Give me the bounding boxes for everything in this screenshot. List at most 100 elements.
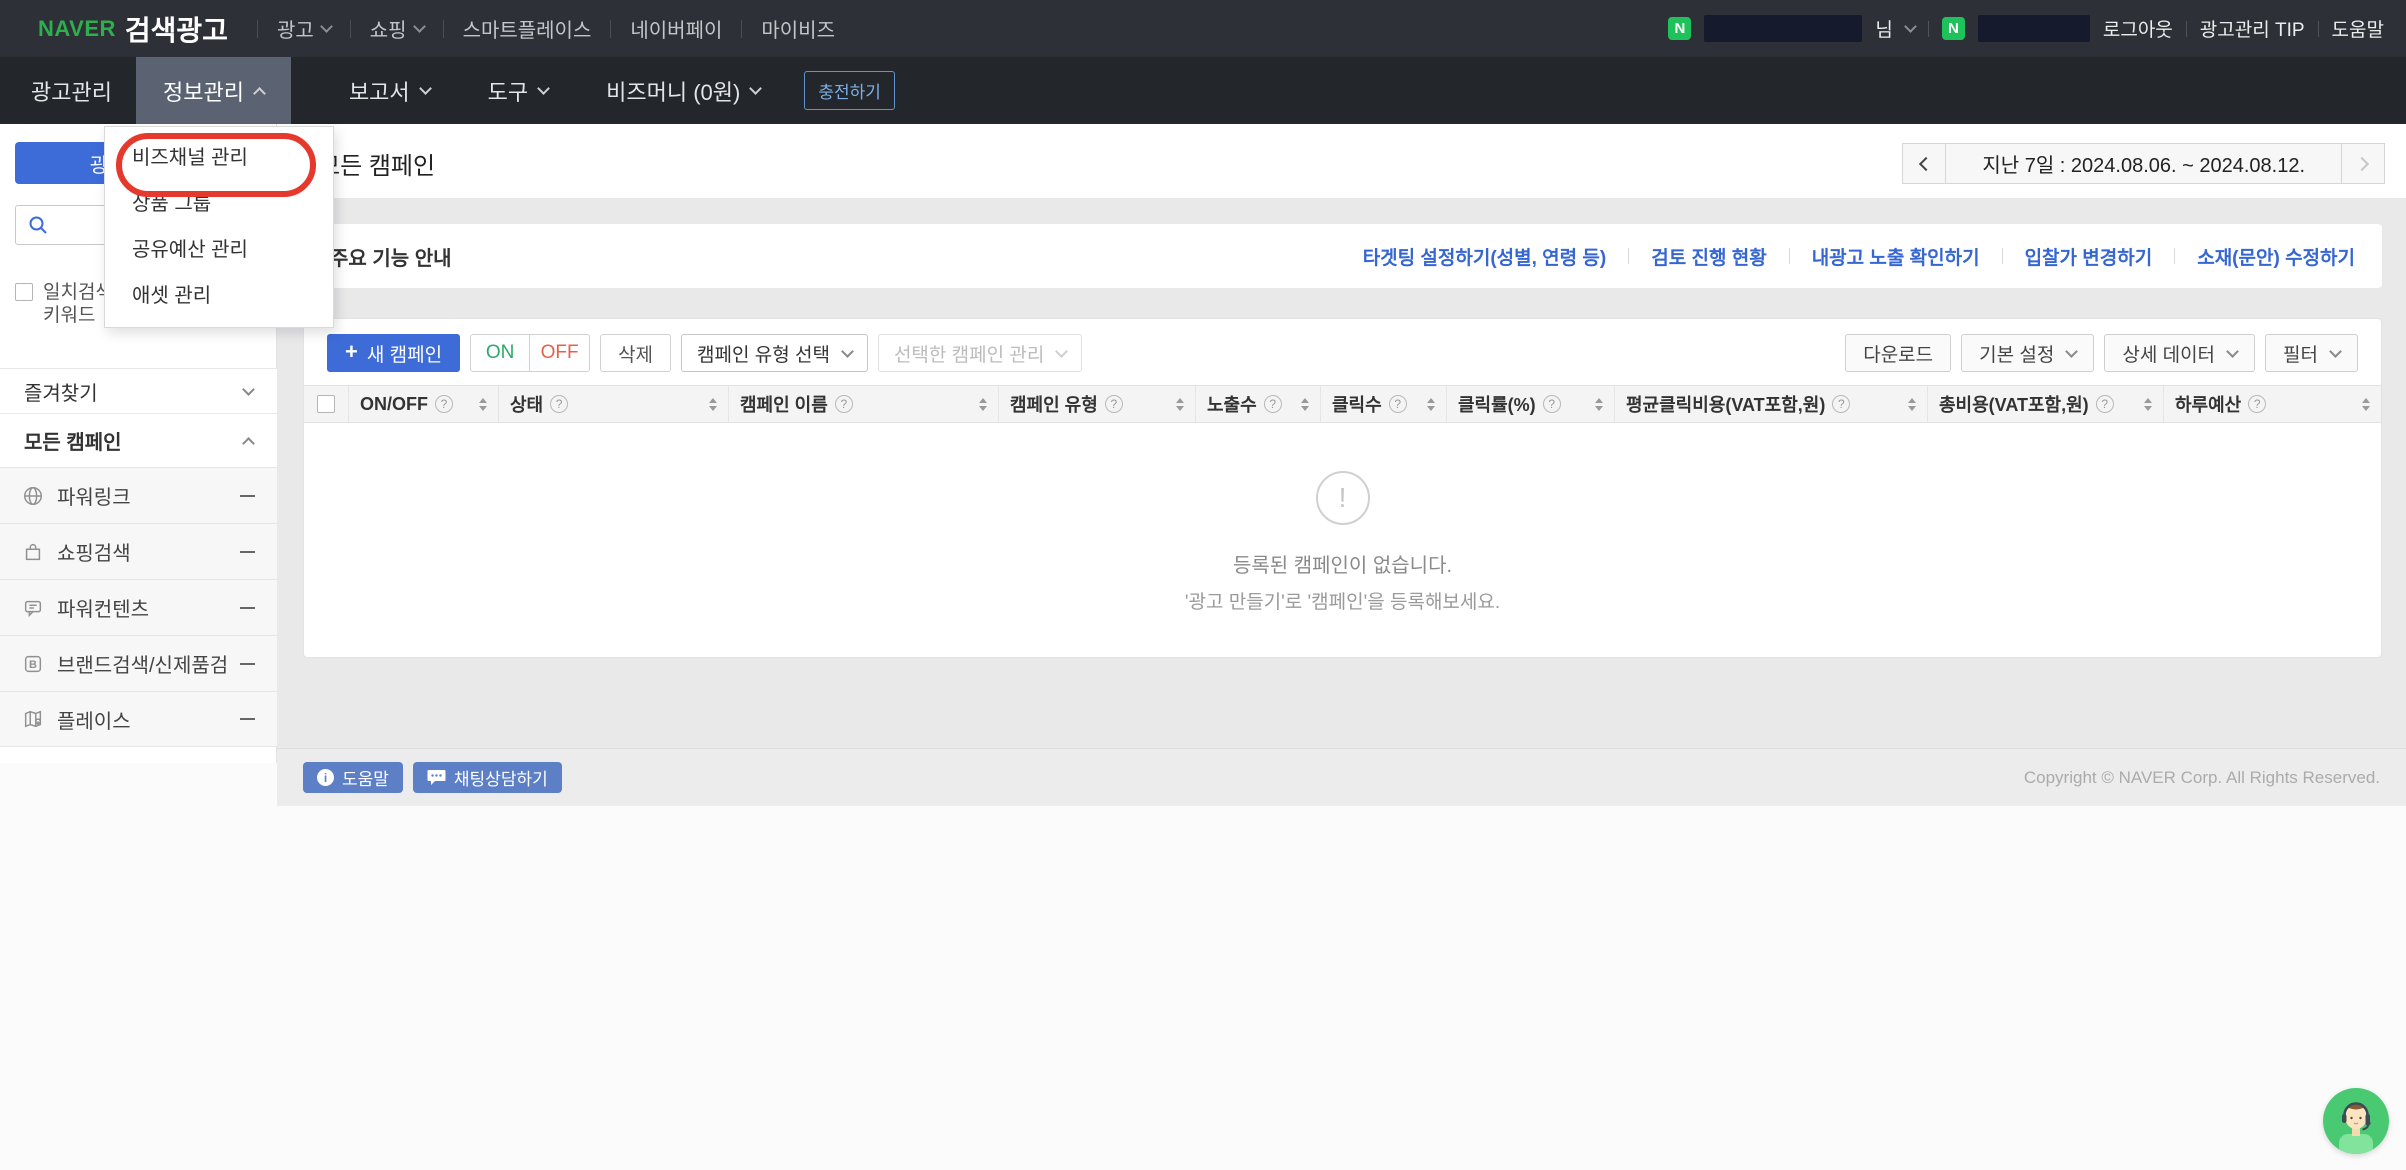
chat-consult-button[interactable]: 채팅상담하기 xyxy=(413,762,562,793)
all-campaigns-label: 모든 캠페인 xyxy=(24,426,122,455)
footer-help-button[interactable]: 도움말 xyxy=(303,762,403,793)
menu-shopping[interactable]: 쇼핑 xyxy=(370,14,424,43)
column-total-cost[interactable]: 총비용(VAT포함,원) xyxy=(1928,386,2164,422)
on-button[interactable]: ON xyxy=(471,335,530,371)
sort-icon[interactable] xyxy=(2354,398,2370,411)
column-status[interactable]: 상태 xyxy=(499,386,729,422)
feature-guide-bar: 주요 기능 안내 타겟팅 설정하기(성별, 연령 등) 검토 진행 현황 내광고… xyxy=(303,224,2382,288)
menu-smartplace[interactable]: 스마트플레이스 xyxy=(463,14,592,43)
date-range-value[interactable]: 지난 7일 : 2024.08.06. ~ 2024.08.12. xyxy=(1946,143,2341,184)
column-onoff[interactable]: ON/OFF xyxy=(349,386,499,422)
detail-data-select[interactable]: 상세 데이터 xyxy=(2104,334,2255,372)
delete-button[interactable]: 삭제 xyxy=(600,334,671,372)
sidebar-item-brand-search[interactable]: B 브랜드검색/신제품검색 xyxy=(0,635,277,691)
basic-settings-select[interactable]: 기본 설정 xyxy=(1961,334,2094,372)
powerlink-label: 파워링크 xyxy=(57,481,227,510)
help-link[interactable]: 도움말 xyxy=(2332,15,2384,42)
collapse-minus-icon[interactable] xyxy=(240,551,255,553)
new-campaign-button[interactable]: +새 캠페인 xyxy=(327,334,460,372)
column-avg-cpc[interactable]: 평균클릭비용(VAT포함,원) xyxy=(1615,386,1928,422)
dropdown-item-asset[interactable]: 애셋 관리 xyxy=(105,273,333,319)
match-search-checkbox[interactable] xyxy=(15,283,33,301)
nav-ad-management[interactable]: 광고관리 xyxy=(31,75,112,107)
column-clicks[interactable]: 클릭수 xyxy=(1321,386,1447,422)
sidebar-item-shopping-search[interactable]: 쇼핑검색 xyxy=(0,523,277,579)
menu-mybiz[interactable]: 마이비즈 xyxy=(761,14,835,43)
menu-ad[interactable]: 광고 xyxy=(277,14,331,43)
column-campaign-type[interactable]: 캠페인 유형 xyxy=(999,386,1196,422)
charge-button[interactable]: 충전하기 xyxy=(804,71,895,110)
help-icon[interactable] xyxy=(550,395,568,413)
help-icon[interactable] xyxy=(435,395,453,413)
column-avg-cpc-label: 평균클릭비용(VAT포함,원) xyxy=(1626,391,1825,417)
sidebar-item-place[interactable]: 플레이스 xyxy=(0,691,277,747)
column-ctr[interactable]: 클릭률(%) xyxy=(1447,386,1615,422)
help-icon[interactable] xyxy=(2248,395,2266,413)
chevron-down-icon xyxy=(2226,345,2239,358)
creative-edit-link[interactable]: 소재(문안) 수정하기 xyxy=(2197,243,2355,270)
sort-icon[interactable] xyxy=(1900,398,1916,411)
chevron-down-icon[interactable] xyxy=(1904,20,1917,33)
sort-icon[interactable] xyxy=(1168,398,1184,411)
nav-bizmoney[interactable]: 비즈머니 (0원) xyxy=(606,75,760,107)
detail-data-label: 상세 데이터 xyxy=(2122,340,2215,367)
help-icon[interactable] xyxy=(1832,395,1850,413)
chat-agent-avatar[interactable] xyxy=(2323,1088,2389,1154)
logout-link[interactable]: 로그아웃 xyxy=(2103,15,2173,42)
sidebar-item-powercontents[interactable]: 파워컨텐츠 xyxy=(0,579,277,635)
select-all-checkbox[interactable] xyxy=(317,395,335,413)
feature-guide-links: 타겟팅 설정하기(성별, 연령 등) 검토 진행 현황 내광고 노출 확인하기 … xyxy=(1363,243,2355,270)
nav-report[interactable]: 보고서 xyxy=(349,75,430,107)
campaign-type-select[interactable]: 캠페인 유형 선택 xyxy=(681,334,868,372)
ad-exposure-check-link[interactable]: 내광고 노출 확인하기 xyxy=(1812,243,1980,270)
review-status-link[interactable]: 검토 진행 현황 xyxy=(1651,243,1766,270)
account-suffix: 님 xyxy=(1875,15,1892,42)
date-prev-button[interactable] xyxy=(1902,143,1946,184)
sort-icon[interactable] xyxy=(971,398,987,411)
collapse-minus-icon[interactable] xyxy=(240,495,255,497)
date-next-button[interactable] xyxy=(2341,143,2385,184)
sort-icon[interactable] xyxy=(1293,398,1309,411)
collapse-minus-icon[interactable] xyxy=(240,663,255,665)
nav-ad-management-label: 광고관리 xyxy=(31,75,112,107)
help-icon[interactable] xyxy=(1389,395,1407,413)
naver-search-ads-screen: NAVER 검색광고 광고 쇼핑 스마트플레이스 네이버페이 마이비즈 N 님 … xyxy=(0,0,2406,1170)
bid-change-link[interactable]: 입찰가 변경하기 xyxy=(2025,243,2153,270)
nav-tools[interactable]: 도구 xyxy=(488,75,548,107)
column-impressions[interactable]: 노출수 xyxy=(1196,386,1321,422)
sort-icon[interactable] xyxy=(1419,398,1435,411)
targeting-settings-link[interactable]: 타겟팅 설정하기(성별, 연령 등) xyxy=(1363,243,1607,270)
sort-icon[interactable] xyxy=(471,398,487,411)
collapse-minus-icon[interactable] xyxy=(240,718,255,720)
sidebar-item-favorites[interactable]: 즐겨찾기 xyxy=(0,368,277,413)
help-icon[interactable] xyxy=(1105,395,1123,413)
filter-select[interactable]: 필터 xyxy=(2265,334,2358,372)
dropdown-item-shared-budget[interactable]: 공유예산 관리 xyxy=(105,227,333,273)
sidebar-item-powerlink[interactable]: 파워링크 xyxy=(0,467,277,523)
help-icon[interactable] xyxy=(835,395,853,413)
naver-searchad-logo[interactable]: NAVER 검색광고 xyxy=(38,9,228,49)
sidebar-item-all-campaigns[interactable]: 모든 캠페인 xyxy=(0,413,277,467)
selected-campaign-manage-select[interactable]: 선택한 캠페인 관리 xyxy=(878,334,1082,372)
support-agent-icon xyxy=(2323,1088,2389,1154)
dropdown-item-product-group[interactable]: 상품 그룹 xyxy=(105,181,333,227)
dropdown-item-bizchannel[interactable]: 비즈채널 관리 xyxy=(105,135,333,181)
download-button[interactable]: 다운로드 xyxy=(1845,334,1951,372)
sort-icon[interactable] xyxy=(2136,398,2152,411)
campaign-list-card: +새 캠페인 ON OFF 삭제 캠페인 유형 선택 선택한 캠페인 관리 다운… xyxy=(303,318,2382,658)
sort-icon[interactable] xyxy=(1587,398,1603,411)
menu-naverpay[interactable]: 네이버페이 xyxy=(630,14,722,43)
collapse-minus-icon[interactable] xyxy=(240,607,255,609)
off-button[interactable]: OFF xyxy=(530,335,589,371)
help-icon[interactable] xyxy=(1543,395,1561,413)
column-clicks-label: 클릭수 xyxy=(1332,391,1382,417)
sort-icon[interactable] xyxy=(701,398,717,411)
column-daily-budget[interactable]: 하루예산 xyxy=(2164,386,2381,422)
ad-management-tip-link[interactable]: 광고관리 TIP xyxy=(2200,15,2305,42)
nav-info-management[interactable]: 정보관리 xyxy=(136,57,291,124)
campaign-toolbar: +새 캠페인 ON OFF 삭제 캠페인 유형 선택 선택한 캠페인 관리 다운… xyxy=(304,319,2381,385)
help-icon[interactable] xyxy=(2096,395,2114,413)
help-icon[interactable] xyxy=(1264,395,1282,413)
column-campaign-name[interactable]: 캠페인 이름 xyxy=(729,386,999,422)
new-campaign-label: 새 캠페인 xyxy=(367,340,442,367)
